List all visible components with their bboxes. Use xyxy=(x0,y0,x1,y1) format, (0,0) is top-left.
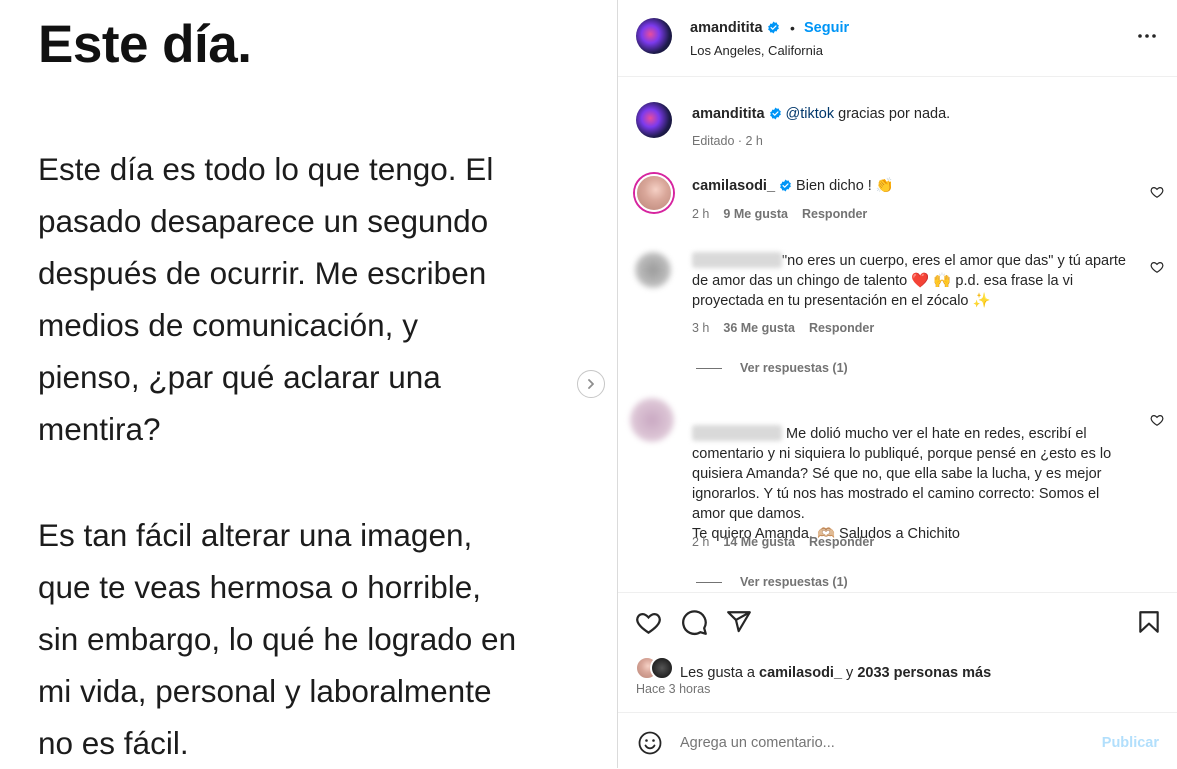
header-username[interactable]: amanditita xyxy=(690,20,780,36)
post-image-paragraph-1: Este día es todo lo que tengo. El pasado… xyxy=(38,151,494,447)
comment-body: Bien dicho ! 👏 xyxy=(796,178,894,194)
comment-meta: 3 h 36 Me gusta Responder xyxy=(692,321,874,335)
post-image-paragraph-2: Es tan fácil alterar una imagen, que te … xyxy=(38,517,517,761)
heart-icon[interactable] xyxy=(1150,413,1164,427)
follow-button[interactable]: Seguir xyxy=(804,20,849,36)
view-replies-button[interactable]: Ver respuestas (1) xyxy=(696,361,848,375)
verified-badge-icon xyxy=(780,179,791,192)
publish-button[interactable]: Publicar xyxy=(1102,735,1159,751)
likes-prefix: Les gusta a xyxy=(680,665,759,681)
post-image-title: Este día. xyxy=(38,15,252,74)
comment-time: 2 h xyxy=(692,535,710,549)
comment-username[interactable]: camilasodi_ xyxy=(692,178,775,194)
avatar[interactable] xyxy=(630,398,674,442)
avatar[interactable] xyxy=(636,18,672,54)
likes-summary: Les gusta a camilasodi_ y 2033 personas … xyxy=(680,665,991,681)
avatar[interactable] xyxy=(635,174,673,212)
comment-username-redacted xyxy=(692,252,782,268)
likes-middle: y xyxy=(842,665,858,681)
caption-username[interactable]: amanditita xyxy=(692,106,765,122)
likes-user[interactable]: camilasodi_ xyxy=(759,665,842,681)
view-replies-label: Ver respuestas (1) xyxy=(740,575,848,589)
heart-icon[interactable] xyxy=(1150,260,1164,274)
comment-username-redacted xyxy=(692,425,782,441)
comment-text: Me dolió mucho ver el hate en redes, esc… xyxy=(692,404,1132,544)
caption-text: amanditita @tiktok gracias por nada. xyxy=(692,104,1152,124)
comment-likes[interactable]: 36 Me gusta xyxy=(723,321,795,335)
header-username-text: amanditita xyxy=(690,20,763,36)
location-link[interactable]: Los Angeles, California xyxy=(690,43,823,58)
replies-line xyxy=(696,368,722,370)
comment-likes[interactable]: 9 Me gusta xyxy=(723,207,788,221)
emoji-icon[interactable] xyxy=(638,731,662,755)
header-separator: • xyxy=(790,20,795,36)
liker-avatar xyxy=(650,656,674,680)
comment-meta: 2 h 9 Me gusta Responder xyxy=(692,207,867,221)
comment-time: 3 h xyxy=(692,321,710,335)
reply-button[interactable]: Responder xyxy=(809,321,874,335)
add-comment-bar: Publicar xyxy=(618,712,1177,769)
more-options-icon[interactable] xyxy=(1137,26,1157,46)
comment-icon[interactable] xyxy=(681,609,708,636)
caption-meta: Editado · 2 h xyxy=(692,134,763,148)
caption-body: gracias por nada. xyxy=(834,106,951,122)
comment-meta: 2 h 14 Me gusta Responder xyxy=(692,535,874,549)
view-replies-label: Ver respuestas (1) xyxy=(740,361,848,375)
reply-button[interactable]: Responder xyxy=(802,207,867,221)
next-slide-button[interactable] xyxy=(577,370,605,398)
view-replies-button[interactable]: Ver respuestas (1) xyxy=(696,575,848,589)
reply-button[interactable]: Responder xyxy=(809,535,874,549)
post-image: Este día. Este día es todo lo que tengo.… xyxy=(0,0,617,768)
comment-time: 2 h xyxy=(692,207,710,221)
avatar[interactable] xyxy=(635,252,671,288)
comment-text: camilasodi_ Bien dicho ! 👏 xyxy=(692,176,1122,196)
post-details-panel: amanditita • Seguir Los Angeles, Califor… xyxy=(618,0,1177,768)
caption-mention[interactable]: @tiktok xyxy=(786,106,835,122)
likes-others[interactable]: 2033 personas más xyxy=(857,665,991,681)
post-timestamp[interactable]: Hace 3 horas xyxy=(636,682,710,696)
share-icon[interactable] xyxy=(726,609,752,635)
verified-badge-icon xyxy=(767,21,779,34)
bookmark-icon[interactable] xyxy=(1136,609,1162,635)
comment-text: "no eres un cuerpo, eres el amor que das… xyxy=(692,251,1127,311)
comment-body: Me dolió mucho ver el hate en redes, esc… xyxy=(692,426,1112,542)
chevron-right-icon xyxy=(588,379,594,389)
heart-icon[interactable] xyxy=(635,609,662,636)
post-header: amanditita • Seguir Los Angeles, Califor… xyxy=(618,0,1177,77)
comment-input[interactable] xyxy=(680,735,1060,751)
avatar[interactable] xyxy=(636,102,672,138)
heart-icon[interactable] xyxy=(1150,185,1164,199)
replies-line xyxy=(696,582,722,584)
verified-badge-icon xyxy=(769,107,781,120)
comment-likes[interactable]: 14 Me gusta xyxy=(723,535,795,549)
